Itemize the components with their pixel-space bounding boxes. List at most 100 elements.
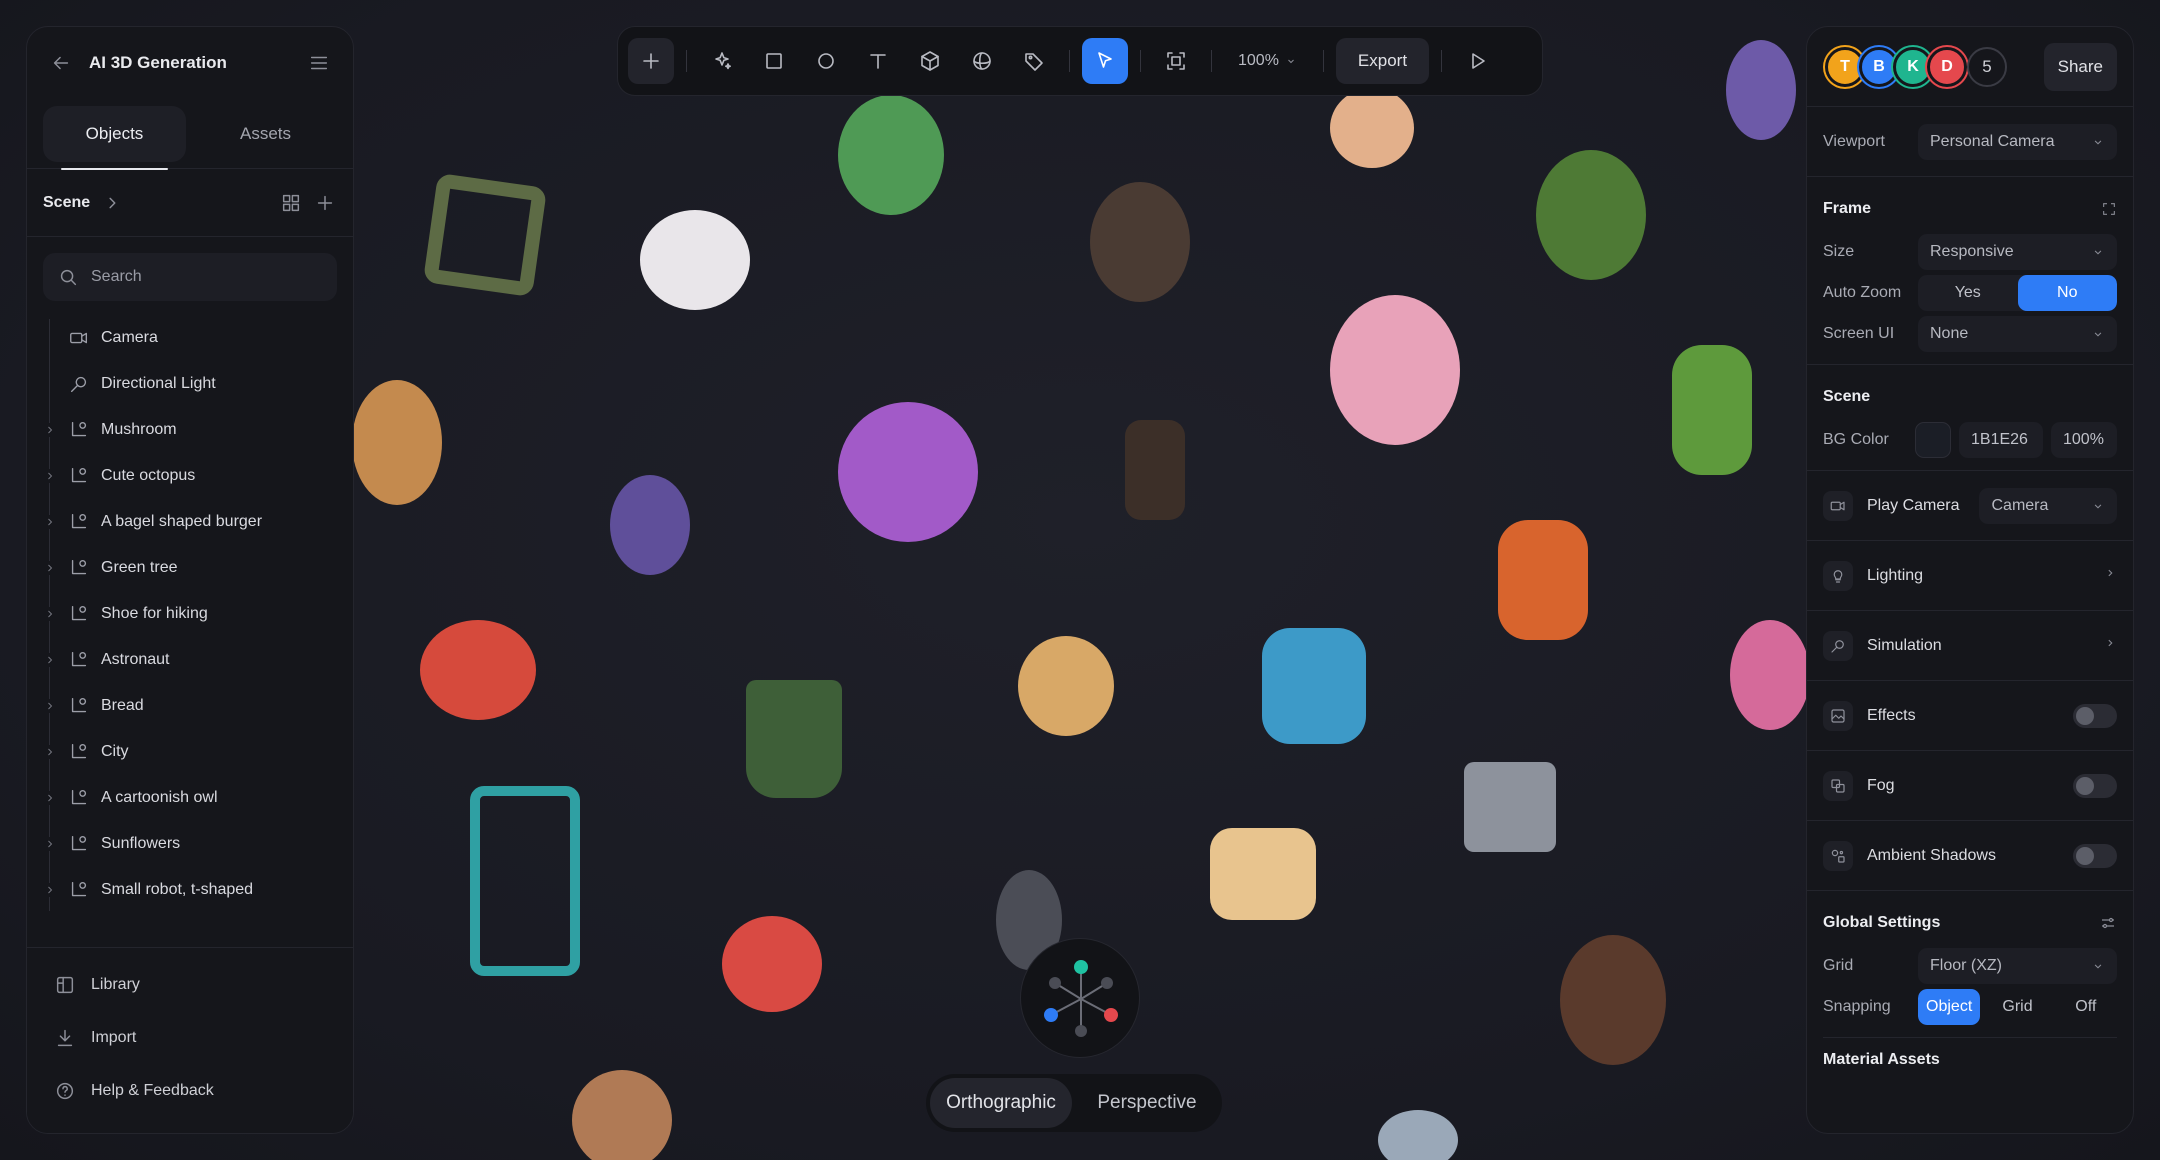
add-button[interactable]: [628, 38, 674, 84]
canvas-object[interactable]: [1210, 828, 1316, 920]
tree-item[interactable]: Astronaut: [27, 637, 353, 683]
avatar[interactable]: D: [1927, 46, 1967, 87]
canvas-object[interactable]: [352, 380, 442, 505]
canvas-object[interactable]: [470, 786, 580, 976]
expand-chevron-icon[interactable]: [43, 561, 57, 575]
help-feedback-link[interactable]: Help & Feedback: [27, 1064, 353, 1117]
viewport-dropdown[interactable]: Personal Camera: [1918, 123, 2117, 160]
canvas-object[interactable]: [1378, 1110, 1458, 1160]
canvas-object[interactable]: [1730, 620, 1810, 730]
bg-color-hex[interactable]: 1B1E26: [1959, 421, 2043, 458]
add-object-icon[interactable]: [313, 191, 337, 215]
share-button[interactable]: Share: [2043, 42, 2117, 91]
canvas-object[interactable]: [420, 620, 536, 720]
ai-sparkle-tool[interactable]: [699, 38, 745, 84]
expand-chevron-icon[interactable]: [43, 791, 57, 805]
canvas-object[interactable]: [1536, 150, 1646, 280]
canvas-object[interactable]: [838, 402, 978, 542]
orthographic-option[interactable]: Orthographic: [930, 1078, 1072, 1128]
export-button[interactable]: Export: [1335, 38, 1430, 84]
canvas-object[interactable]: [1560, 935, 1666, 1065]
bg-color-opacity[interactable]: 100%: [2051, 421, 2117, 458]
expand-chevron-icon[interactable]: [43, 653, 57, 667]
expand-chevron-icon[interactable]: [43, 883, 57, 897]
canvas-object[interactable]: [1262, 628, 1366, 744]
tab-objects[interactable]: Objects: [43, 105, 186, 170]
canvas-object[interactable]: [1125, 420, 1185, 520]
collaborator-count[interactable]: 5: [1967, 46, 2007, 87]
canvas-object[interactable]: [572, 1070, 672, 1160]
snapping-object[interactable]: Object: [1918, 988, 1981, 1025]
frame-tool[interactable]: [1153, 38, 1199, 84]
canvas-object[interactable]: [1498, 520, 1588, 640]
grid-dropdown[interactable]: Floor (XZ): [1918, 947, 2117, 984]
sliders-icon[interactable]: [2099, 914, 2117, 932]
ellipse-tool[interactable]: [803, 38, 849, 84]
expand-icon[interactable]: [2101, 201, 2117, 217]
select-pointer-tool[interactable]: [1082, 38, 1128, 84]
library-link[interactable]: Library: [27, 958, 353, 1011]
material-assets-title[interactable]: Material Assets: [1823, 1051, 1940, 1069]
auto-zoom-no[interactable]: No: [2017, 274, 2117, 311]
canvas-object[interactable]: [838, 95, 944, 215]
size-dropdown[interactable]: Responsive: [1918, 233, 2117, 270]
canvas-object[interactable]: [1018, 636, 1114, 736]
text-tool[interactable]: [855, 38, 901, 84]
tab-assets[interactable]: Assets: [194, 106, 337, 162]
tree-item[interactable]: A cartoonish owl: [27, 775, 353, 821]
chevron-right-icon[interactable]: [100, 191, 124, 215]
tree-item[interactable]: Mushroom: [27, 407, 353, 453]
tree-item[interactable]: A bagel shaped burger: [27, 499, 353, 545]
hamburger-menu-icon[interactable]: [307, 51, 331, 75]
grid-view-icon[interactable]: [279, 191, 303, 215]
search-input[interactable]: [91, 268, 323, 286]
sphere-tool[interactable]: [959, 38, 1005, 84]
snapping-grid[interactable]: Grid: [1986, 989, 2048, 1025]
snapping-off[interactable]: Off: [2055, 989, 2117, 1025]
expand-chevron-icon[interactable]: [43, 515, 57, 529]
canvas-object[interactable]: [1672, 345, 1752, 475]
tree-item[interactable]: Camera: [27, 315, 353, 361]
tree-item[interactable]: Cute octopus: [27, 453, 353, 499]
axis-gizmo[interactable]: [1020, 938, 1140, 1058]
tree-item[interactable]: Bread: [27, 683, 353, 729]
zoom-dropdown[interactable]: 100%: [1224, 52, 1311, 70]
simulation-row[interactable]: Simulation: [1807, 611, 2133, 681]
expand-chevron-icon[interactable]: [43, 837, 57, 851]
rectangle-tool[interactable]: [751, 38, 797, 84]
bg-color-swatch[interactable]: [1915, 421, 1951, 458]
canvas-object[interactable]: [746, 680, 842, 798]
cube-tool[interactable]: [907, 38, 953, 84]
canvas-object[interactable]: [1090, 182, 1190, 302]
expand-chevron-icon[interactable]: [43, 745, 57, 759]
expand-chevron-icon[interactable]: [43, 699, 57, 713]
tree-item[interactable]: City: [27, 729, 353, 775]
scene-label[interactable]: Scene: [43, 194, 90, 212]
fog-toggle[interactable]: [2073, 773, 2117, 798]
canvas-object[interactable]: [422, 172, 548, 298]
lighting-row[interactable]: Lighting: [1807, 541, 2133, 611]
auto-zoom-yes[interactable]: Yes: [1918, 275, 2018, 311]
screen-ui-dropdown[interactable]: None: [1918, 315, 2117, 352]
import-link[interactable]: Import: [27, 1011, 353, 1064]
canvas-object[interactable]: [610, 475, 690, 575]
canvas-object[interactable]: [640, 210, 750, 310]
tag-tool[interactable]: [1011, 38, 1057, 84]
expand-chevron-icon[interactable]: [43, 423, 57, 437]
search-box[interactable]: [43, 253, 337, 301]
canvas-object[interactable]: [1330, 88, 1414, 168]
effects-toggle[interactable]: [2073, 703, 2117, 728]
canvas-object[interactable]: [722, 916, 822, 1012]
tree-item[interactable]: Small robot, t-shaped: [27, 867, 353, 911]
tree-item[interactable]: Sunflowers: [27, 821, 353, 867]
tree-item[interactable]: Green tree: [27, 545, 353, 591]
back-arrow-icon[interactable]: [49, 51, 73, 75]
expand-chevron-icon[interactable]: [43, 469, 57, 483]
tree-item[interactable]: Shoe for hiking: [27, 591, 353, 637]
tree-item[interactable]: Directional Light: [27, 361, 353, 407]
play-camera-dropdown[interactable]: Camera: [1979, 487, 2117, 524]
ambient-shadows-toggle[interactable]: [2073, 843, 2117, 868]
canvas-object[interactable]: [1330, 295, 1460, 445]
perspective-option[interactable]: Perspective: [1076, 1078, 1218, 1128]
play-button[interactable]: [1454, 38, 1500, 84]
